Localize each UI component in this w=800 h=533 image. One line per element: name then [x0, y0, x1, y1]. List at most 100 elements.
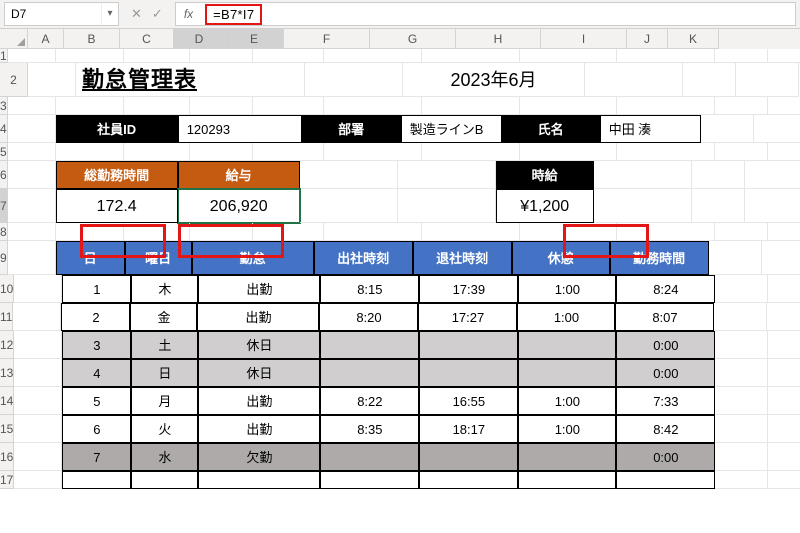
cell-out[interactable]: 17:39 [419, 275, 518, 303]
cell-break[interactable] [518, 443, 616, 471]
col-header-A[interactable]: A [28, 29, 64, 49]
cell-in[interactable]: 8:35 [320, 415, 419, 443]
row-header-1[interactable]: 1 [0, 49, 8, 63]
row-1: 1 [0, 49, 800, 63]
row-header-5[interactable]: 5 [0, 143, 8, 161]
cell-out[interactable]: 17:27 [418, 303, 517, 331]
select-all-corner[interactable] [0, 29, 28, 49]
worksheet[interactable]: A B C D E F G H I J K 1 2 勤怠管理表 2023年6月 [0, 29, 800, 489]
fx-icon[interactable]: fx [176, 7, 201, 21]
cell-out[interactable]: 16:55 [419, 387, 518, 415]
col-header-G[interactable]: G [370, 29, 456, 49]
cell-out[interactable] [419, 331, 518, 359]
row-header-17[interactable]: 17 [0, 471, 14, 489]
cell-day[interactable]: 5 [62, 387, 131, 415]
cell-day[interactable]: 4 [62, 359, 131, 387]
row-header-9[interactable]: 9 [0, 241, 8, 275]
name-box-value[interactable]: D7 [5, 7, 101, 21]
row-header-10[interactable]: 10 [0, 275, 14, 303]
cell-break[interactable]: 1:00 [518, 415, 616, 443]
enter-icon[interactable]: ✓ [152, 6, 163, 22]
cell-work[interactable]: 0:00 [616, 331, 715, 359]
row-header-12[interactable]: 12 [0, 331, 14, 359]
cell-in[interactable] [320, 359, 419, 387]
col-header-I[interactable]: I [541, 29, 627, 49]
cell-dow[interactable]: 日 [131, 359, 198, 387]
col-header-K[interactable]: K [668, 29, 719, 49]
cell-status[interactable]: 出勤 [197, 303, 319, 331]
cell-status[interactable]: 休日 [198, 331, 320, 359]
name-box[interactable]: D7 ▾ [4, 2, 119, 26]
table-row: 15 6火出勤8:3518:171:008:42 [0, 415, 800, 443]
row-header-15[interactable]: 15 [0, 415, 14, 443]
cell-status[interactable]: 出勤 [198, 275, 320, 303]
cell-work[interactable]: 0:00 [616, 359, 715, 387]
cell-status[interactable]: 出勤 [198, 415, 320, 443]
cell-day[interactable]: 1 [62, 275, 131, 303]
cell-break[interactable] [518, 359, 616, 387]
title: 勤怠管理表 [76, 63, 305, 97]
salary-value[interactable]: 206,920 [178, 189, 300, 223]
cell-dow[interactable]: 水 [131, 443, 198, 471]
th-break: 休憩 [512, 241, 610, 275]
cell-break[interactable]: 1:00 [518, 387, 616, 415]
row-header-16[interactable]: 16 [0, 443, 14, 471]
cell-out[interactable] [419, 443, 518, 471]
cell-in[interactable] [320, 331, 419, 359]
col-header-B[interactable]: B [64, 29, 120, 49]
row-header-3[interactable]: 3 [0, 97, 8, 115]
cell-break[interactable]: 1:00 [517, 303, 615, 331]
cell-dow[interactable]: 月 [131, 387, 198, 415]
col-header-E[interactable]: E [225, 29, 284, 49]
cell-work[interactable]: 8:24 [616, 275, 715, 303]
row-header-7[interactable]: 7 [0, 189, 8, 223]
cell-work[interactable]: 8:42 [616, 415, 715, 443]
cell-day[interactable]: 3 [62, 331, 131, 359]
cancel-icon[interactable]: ✕ [131, 6, 142, 22]
cell-dow[interactable]: 木 [131, 275, 198, 303]
row-header-14[interactable]: 14 [0, 387, 14, 415]
col-header-C[interactable]: C [120, 29, 174, 49]
cell-status[interactable]: 休日 [198, 359, 320, 387]
cell-out[interactable]: 18:17 [419, 415, 518, 443]
col-header-J[interactable]: J [627, 29, 668, 49]
emp-id-value: 120293 [178, 115, 302, 143]
row-6: 6 総勤務時間 給与 時給 [0, 161, 800, 189]
cell-dow[interactable]: 金 [130, 303, 197, 331]
row-header-13[interactable]: 13 [0, 359, 14, 387]
th-work: 勤務時間 [610, 241, 709, 275]
cell-work[interactable]: 8:07 [615, 303, 714, 331]
table-row: 14 5月出勤8:2216:551:007:33 [0, 387, 800, 415]
row-8: 8 [0, 223, 800, 241]
cell-dow[interactable]: 土 [131, 331, 198, 359]
row-3: 3 [0, 97, 800, 115]
formula-input[interactable]: =B7*I7 [201, 4, 795, 25]
cell-in[interactable] [320, 443, 419, 471]
row-header-8[interactable]: 8 [0, 223, 8, 241]
column-headers[interactable]: A B C D E F G H I J K [0, 29, 800, 49]
name-box-dropdown-icon[interactable]: ▾ [101, 3, 118, 25]
cell-day[interactable]: 7 [62, 443, 131, 471]
cell-in[interactable]: 8:20 [319, 303, 418, 331]
name-label: 氏名 [502, 115, 600, 143]
row-header-6[interactable]: 6 [0, 161, 8, 189]
row-header-11[interactable]: 11 [0, 303, 13, 331]
cell-day[interactable]: 6 [62, 415, 131, 443]
col-header-F[interactable]: F [284, 29, 370, 49]
cell-day[interactable]: 2 [61, 303, 130, 331]
formula-input-wrap[interactable]: fx =B7*I7 [175, 2, 796, 26]
cell-in[interactable]: 8:15 [320, 275, 419, 303]
cell-dow[interactable]: 火 [131, 415, 198, 443]
cell-break[interactable]: 1:00 [518, 275, 616, 303]
cell-break[interactable] [518, 331, 616, 359]
cell-work[interactable]: 7:33 [616, 387, 715, 415]
row-header-4[interactable]: 4 [0, 115, 8, 143]
cell-status[interactable]: 出勤 [198, 387, 320, 415]
cell-in[interactable]: 8:22 [320, 387, 419, 415]
cell-status[interactable]: 欠勤 [198, 443, 320, 471]
row-header-2[interactable]: 2 [0, 63, 28, 97]
cell-work[interactable]: 0:00 [616, 443, 715, 471]
col-header-H[interactable]: H [456, 29, 541, 49]
col-header-D[interactable]: D [174, 29, 225, 49]
cell-out[interactable] [419, 359, 518, 387]
